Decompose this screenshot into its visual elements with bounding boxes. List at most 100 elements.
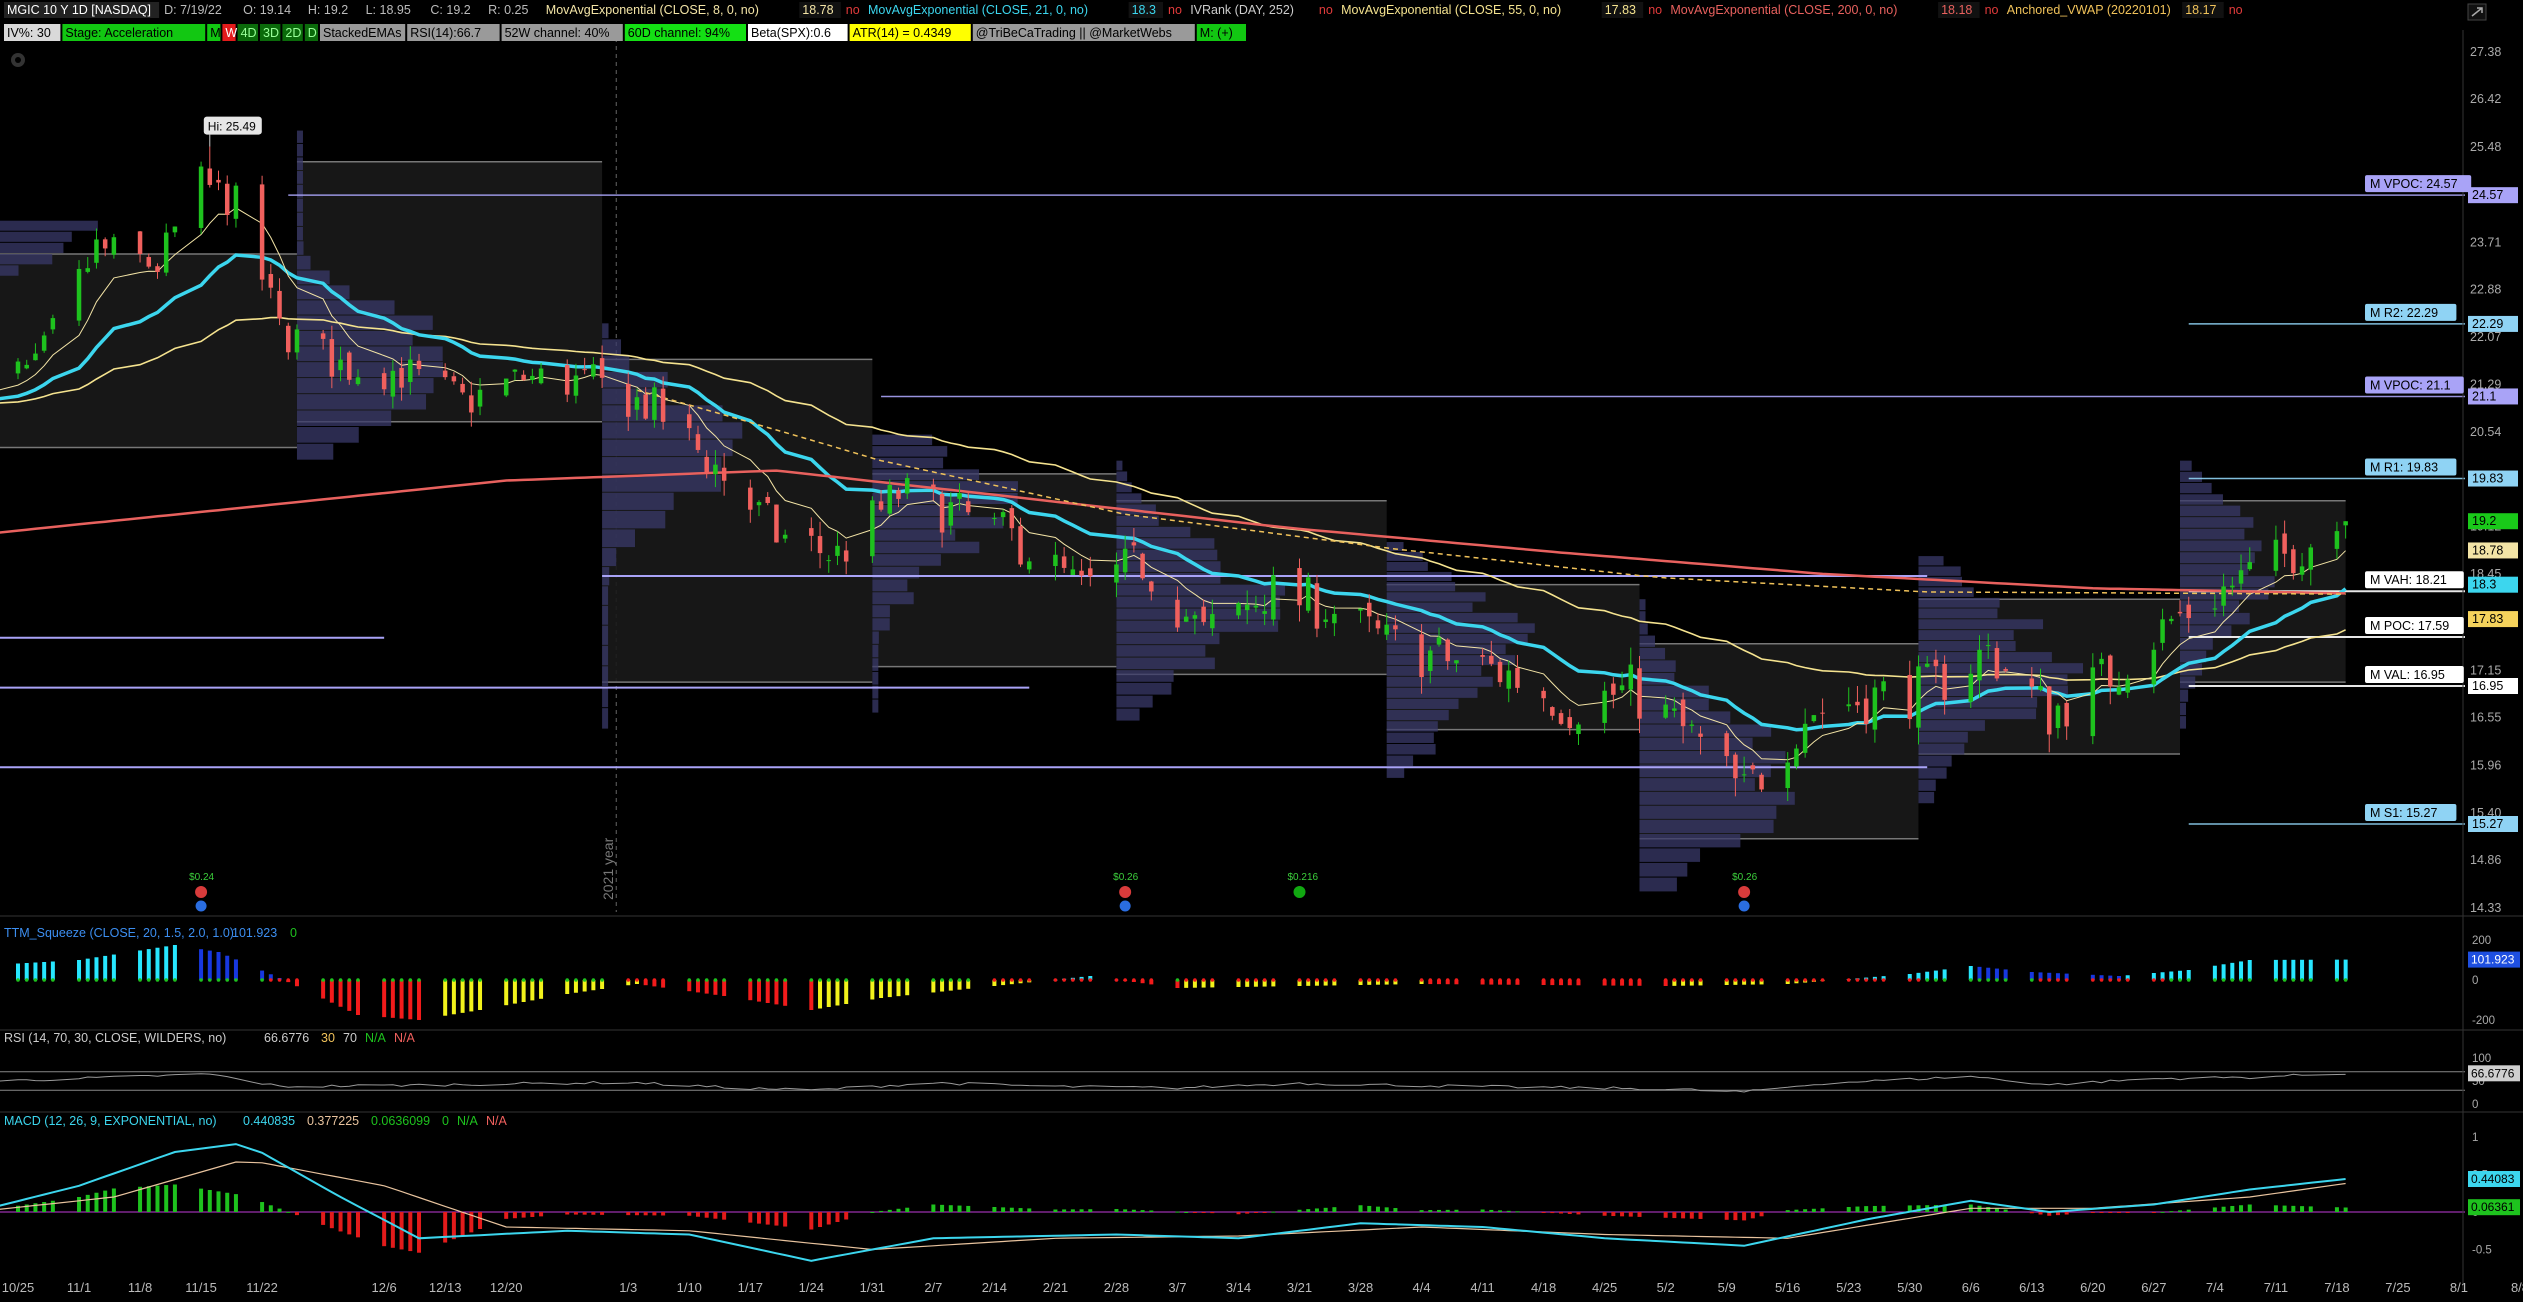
squeeze-bar (199, 949, 204, 980)
candle-body (408, 359, 413, 383)
study-flag: no (1985, 3, 1999, 17)
squeeze-dot (1480, 978, 1485, 982)
pivot-label: M VPOC: 24.57 (2370, 177, 2458, 191)
squeeze-dot (1262, 978, 1267, 982)
squeeze-dot (146, 978, 151, 982)
macd-hist-bar (1062, 1209, 1067, 1212)
macd-value-tag: 0.44083 (2471, 1172, 2515, 1186)
pivot-label: M VPOC: 21.1 (2370, 378, 2451, 392)
date-tick: 1/3 (619, 1280, 637, 1295)
candle-body (1183, 616, 1189, 622)
squeeze-dot (173, 978, 177, 982)
candle-body (1794, 748, 1799, 767)
squeeze-tick: 200 (2472, 935, 2491, 947)
study-label: MovAvgExponential (CLOSE, 8, 0, no) (546, 3, 759, 17)
dividend-icon[interactable] (1119, 886, 1132, 898)
squeeze-dot (879, 978, 883, 982)
squeeze-bar (399, 980, 404, 1019)
volume-profile-bar (1116, 460, 1123, 471)
squeeze-bar (539, 980, 544, 999)
candle-body (207, 168, 213, 185)
volume-profile-bar (1116, 708, 1140, 721)
candle-body (1192, 615, 1198, 619)
dividend-label: $0.24 (189, 872, 214, 883)
candle-body (887, 485, 893, 514)
volume-profile-bar (0, 242, 64, 254)
stock-chart[interactable]: TTM_Squeeze (CLOSE, 20, 1.5, 2.0, 1.0)10… (0, 0, 2523, 1302)
dividend-icon[interactable] (1293, 886, 1306, 898)
squeeze-dot (1419, 978, 1424, 982)
volume-profile-bar (602, 708, 609, 729)
macd-hist-bar (1628, 1212, 1633, 1217)
candle-body (1480, 655, 1485, 657)
price-tick: 14.86 (2470, 853, 2501, 867)
candle-body (835, 545, 840, 556)
price-tag: 21.1 (2472, 389, 2496, 403)
volume-profile-bar (2180, 471, 2203, 482)
macd-hist-bar (286, 1211, 291, 1213)
volume-profile-bar (1116, 620, 1279, 632)
volume-profile-bar (1918, 630, 2014, 641)
squeeze-dot (1690, 978, 1694, 982)
status-tag: W (225, 26, 237, 40)
date-tick: 11/8 (128, 1280, 152, 1295)
dividend-icon[interactable] (1738, 886, 1751, 898)
status-tag: Beta(SPX):0.6 (751, 26, 831, 40)
candle-body (538, 368, 544, 384)
date-tick: 2/7 (924, 1280, 942, 1295)
date-tick: 1/24 (799, 1280, 824, 1295)
volume-profile-bar (1918, 566, 1961, 576)
squeeze-dot (1184, 978, 1188, 982)
candle-body (233, 185, 239, 219)
candle-body (1489, 655, 1494, 664)
candle-body (102, 239, 108, 249)
squeeze-dot (1907, 978, 1912, 982)
squeeze-bar (2334, 959, 2339, 980)
candle-body (1131, 542, 1137, 546)
squeeze-title: TTM_Squeeze (CLOSE, 20, 1.5, 2.0, 1.0) (4, 926, 234, 940)
candle-body (1244, 604, 1250, 611)
squeeze-dot (277, 978, 282, 982)
squeeze-dot (835, 978, 840, 982)
candle-body (870, 500, 875, 557)
squeeze-bar (460, 980, 465, 1013)
macd-hist-bar (1794, 1209, 1799, 1212)
candle-body (286, 325, 291, 353)
settings-gear-icon[interactable] (11, 53, 25, 67)
earnings-icon[interactable] (1738, 900, 1750, 912)
earnings-icon[interactable] (1119, 900, 1131, 912)
squeeze-bar (443, 980, 448, 1016)
squeeze-dot (1812, 978, 1816, 982)
squeeze-bar (216, 952, 221, 980)
candle-body (1018, 526, 1023, 565)
status-tag: D (308, 26, 317, 40)
squeeze-bar (809, 980, 814, 1010)
macd-hist-bar (1820, 1208, 1825, 1212)
candle-body (1000, 512, 1006, 518)
status-tag: ATR(14) = 0.4349 (853, 26, 952, 40)
squeeze-dot (905, 978, 910, 982)
candle-body (782, 534, 788, 539)
candle-body (1358, 608, 1363, 611)
window-expand-icon[interactable] (2467, 3, 2487, 21)
dividend-label: $0.26 (1732, 872, 1757, 883)
squeeze-dot (1576, 978, 1581, 982)
macd-hist-bar (1236, 1212, 1241, 1215)
macd-hist-bar (1114, 1209, 1119, 1212)
volume-profile-bar (602, 529, 636, 548)
candle-body (1663, 704, 1668, 718)
squeeze-bar (2343, 959, 2348, 980)
earnings-icon[interactable] (195, 900, 207, 912)
squeeze-bar (225, 955, 230, 980)
squeeze-dot (103, 978, 107, 982)
pivot-label: M S1: 15.27 (2370, 806, 2437, 820)
macd-na: N/A (457, 1114, 479, 1128)
candle-body (1863, 698, 1869, 724)
squeeze-bar (408, 980, 413, 1020)
volume-profile-bar (1918, 608, 1998, 619)
dividend-icon[interactable] (195, 886, 208, 898)
squeeze-dot (2247, 978, 2252, 982)
rsi-oversold: 70 (343, 1031, 357, 1045)
macd-hist-bar (905, 1207, 910, 1212)
macd-hist-bar (347, 1212, 352, 1235)
